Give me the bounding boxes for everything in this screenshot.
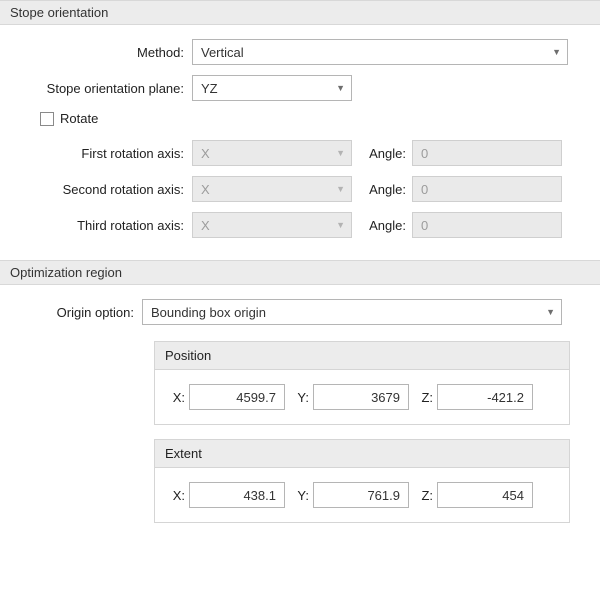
second-axis-select: X ▼ [192, 176, 352, 202]
extent-title: Extent [155, 440, 569, 468]
second-axis-value: X [201, 182, 210, 197]
origin-label: Origin option: [12, 305, 142, 320]
rotate-label: Rotate [60, 111, 98, 126]
method-value: Vertical [201, 45, 244, 60]
position-group: Position X: Y: Z: [154, 341, 570, 425]
position-z-input[interactable] [437, 384, 533, 410]
first-angle-input [412, 140, 562, 166]
chevron-down-icon: ▼ [546, 307, 555, 317]
first-axis-select: X ▼ [192, 140, 352, 166]
stope-orientation-body: Method: Vertical ▼ Stope orientation pla… [0, 25, 600, 260]
method-select[interactable]: Vertical ▼ [192, 39, 568, 65]
first-angle-label: Angle: [352, 146, 412, 161]
position-x-label: X: [167, 390, 189, 405]
position-y-input[interactable] [313, 384, 409, 410]
rotate-checkbox[interactable]: Rotate [40, 111, 588, 126]
extent-z-input[interactable] [437, 482, 533, 508]
plane-label: Stope orientation plane: [12, 81, 192, 96]
third-angle-input [412, 212, 562, 238]
third-axis-label: Third rotation axis: [12, 218, 192, 233]
extent-x-label: X: [167, 488, 189, 503]
optimization-region-body: Origin option: Bounding box origin ▼ Pos… [0, 285, 600, 555]
second-angle-label: Angle: [352, 182, 412, 197]
position-y-label: Y: [291, 390, 313, 405]
third-axis-select: X ▼ [192, 212, 352, 238]
second-angle-input [412, 176, 562, 202]
third-axis-value: X [201, 218, 210, 233]
chevron-down-icon: ▼ [336, 184, 345, 194]
position-title: Position [155, 342, 569, 370]
second-axis-label: Second rotation axis: [12, 182, 192, 197]
position-z-label: Z: [415, 390, 437, 405]
third-angle-label: Angle: [352, 218, 412, 233]
optimization-region-header: Optimization region [0, 260, 600, 285]
extent-y-label: Y: [291, 488, 313, 503]
extent-group: Extent X: Y: Z: [154, 439, 570, 523]
chevron-down-icon: ▼ [552, 47, 561, 57]
checkbox-icon [40, 112, 54, 126]
plane-value: YZ [201, 81, 218, 96]
extent-x-input[interactable] [189, 482, 285, 508]
chevron-down-icon: ▼ [336, 83, 345, 93]
method-label: Method: [12, 45, 192, 60]
first-axis-label: First rotation axis: [12, 146, 192, 161]
extent-y-input[interactable] [313, 482, 409, 508]
position-x-input[interactable] [189, 384, 285, 410]
extent-z-label: Z: [415, 488, 437, 503]
first-axis-value: X [201, 146, 210, 161]
chevron-down-icon: ▼ [336, 148, 345, 158]
origin-value: Bounding box origin [151, 305, 266, 320]
origin-select[interactable]: Bounding box origin ▼ [142, 299, 562, 325]
stope-orientation-header: Stope orientation [0, 0, 600, 25]
chevron-down-icon: ▼ [336, 220, 345, 230]
plane-select[interactable]: YZ ▼ [192, 75, 352, 101]
